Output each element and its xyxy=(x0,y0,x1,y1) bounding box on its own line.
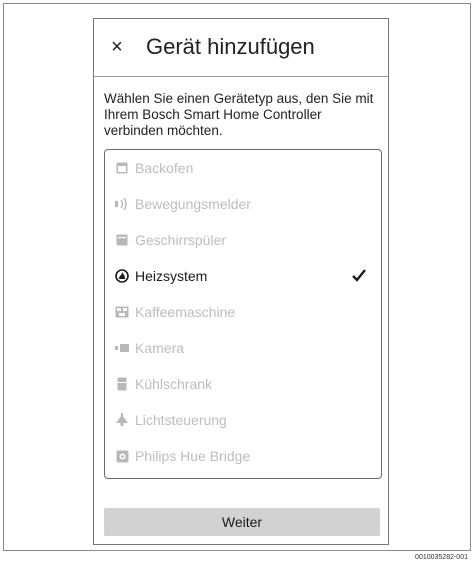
continue-button[interactable]: Weiter xyxy=(104,508,380,536)
add-device-screen: × Gerät hinzufügen Wählen Sie einen Gerä… xyxy=(93,18,389,545)
list-item-label: Philips Hue Bridge xyxy=(135,448,251,464)
list-item-label: Lichtsteuerung xyxy=(135,412,227,428)
list-item-lichtsteuerung[interactable]: Lichtsteuerung xyxy=(105,402,381,438)
heating-icon xyxy=(115,269,129,283)
list-item-kamera[interactable]: Kamera xyxy=(105,330,381,366)
list-item-kuehlschrank[interactable]: Kühlschrank xyxy=(105,366,381,402)
hue-bridge-icon xyxy=(115,449,129,463)
list-item-philips-hue-bridge[interactable]: Philips Hue Bridge xyxy=(105,438,381,474)
list-item-label: Kaffeemaschine xyxy=(135,304,236,320)
page-title: Gerät hinzufügen xyxy=(146,34,315,59)
device-type-list[interactable]: Backofen Bewegungsmelder Geschirrspüler … xyxy=(104,149,382,479)
list-item-label: Backofen xyxy=(135,160,194,176)
light-control-icon xyxy=(115,413,129,427)
list-item-kaffeemaschine[interactable]: Kaffeemaschine xyxy=(105,294,381,330)
list-item-label: Geschirrspüler xyxy=(135,232,227,248)
list-item-backofen[interactable]: Backofen xyxy=(105,150,381,186)
close-button[interactable]: × xyxy=(107,34,127,60)
checkmark-icon xyxy=(352,269,366,282)
list-item-label: Kühlschrank xyxy=(135,376,213,392)
header: × Gerät hinzufügen xyxy=(94,19,388,77)
list-item-bewegungsmelder[interactable]: Bewegungsmelder xyxy=(105,186,381,222)
list-item-label: Heizsystem xyxy=(135,268,208,284)
motion-sensor-icon xyxy=(115,197,129,211)
list-item-heizsystem[interactable]: Heizsystem xyxy=(105,258,381,294)
camera-icon xyxy=(115,341,129,355)
oven-icon xyxy=(115,161,129,175)
list-item-label: Bewegungsmelder xyxy=(135,196,251,212)
coffee-machine-icon xyxy=(115,305,129,319)
fridge-icon xyxy=(115,377,129,391)
list-item-label: Kamera xyxy=(135,340,185,356)
list-item-geschirrspueler[interactable]: Geschirrspüler xyxy=(105,222,381,258)
dishwasher-icon xyxy=(115,233,129,247)
instruction-text: Wählen Sie einen Gerätetyp aus, den Sie … xyxy=(104,91,374,138)
figure-code: 0010035282-001 xyxy=(415,554,468,561)
